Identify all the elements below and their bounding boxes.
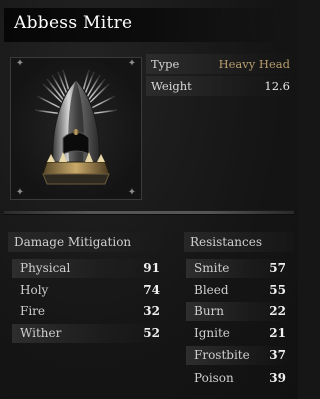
resistance-row-poison: Poison 39 [186,369,290,388]
row-value: 37 [269,348,286,362]
section-title: Damage Mitigation [14,235,132,249]
row-label: Frostbite [194,348,250,362]
resistance-row-ignite: Ignite 21 [186,324,290,343]
frame-ornament-icon: ✦ [127,58,137,69]
frame-ornament-icon: ✦ [127,187,137,198]
helmet-mitre-icon [34,68,118,185]
row-value: 21 [269,326,286,340]
stat-label: Weight [151,79,192,93]
stat-value: Heavy Head [218,57,290,71]
item-image-frame: ✦ ✦ ✦ ✦ [10,57,142,200]
row-value: 91 [143,261,160,275]
mitigation-row-physical: Physical 91 [12,259,164,278]
resistance-row-burn: Burn 22 [186,302,290,321]
row-label: Wither [20,326,62,340]
mitigation-row-wither: Wither 52 [12,324,164,343]
row-label: Ignite [194,326,230,340]
resistances-header: Resistances [184,232,294,252]
stat-value: 12.6 [264,79,290,93]
resistance-row-frostbite: Frostbite 37 [186,346,290,365]
row-value: 74 [143,283,160,297]
mitigation-row-fire: Fire 32 [12,302,164,321]
item-name: Abbess Mitre [14,13,133,33]
section-title: Resistances [190,235,262,249]
row-value: 52 [143,326,160,340]
row-value: 55 [269,283,286,297]
row-value: 22 [269,304,286,318]
row-label: Poison [194,371,234,385]
row-label: Burn [194,304,225,318]
resistance-row-smite: Smite 57 [186,259,290,278]
row-label: Bleed [194,283,229,297]
stat-label: Type [151,57,180,71]
damage-mitigation-header: Damage Mitigation [8,232,168,252]
row-value: 57 [269,261,286,275]
row-label: Physical [20,261,71,275]
row-label: Fire [20,304,46,318]
row-value: 39 [269,371,286,385]
mitigation-row-holy: Holy 74 [12,281,164,300]
row-label: Holy [20,283,49,297]
row-label: Smite [194,261,230,275]
frame-ornament-icon: ✦ [15,58,25,69]
resistance-row-bleed: Bleed 55 [186,281,290,300]
frame-ornament-icon: ✦ [15,187,25,198]
stat-row-type: Type Heavy Head [146,54,294,74]
stat-row-weight: Weight 12.6 [146,76,294,96]
row-value: 32 [143,304,160,318]
section-divider [4,210,294,215]
item-tooltip-panel: Abbess Mitre ✦ ✦ ✦ ✦ Type Heavy Head Wei… [0,0,298,399]
